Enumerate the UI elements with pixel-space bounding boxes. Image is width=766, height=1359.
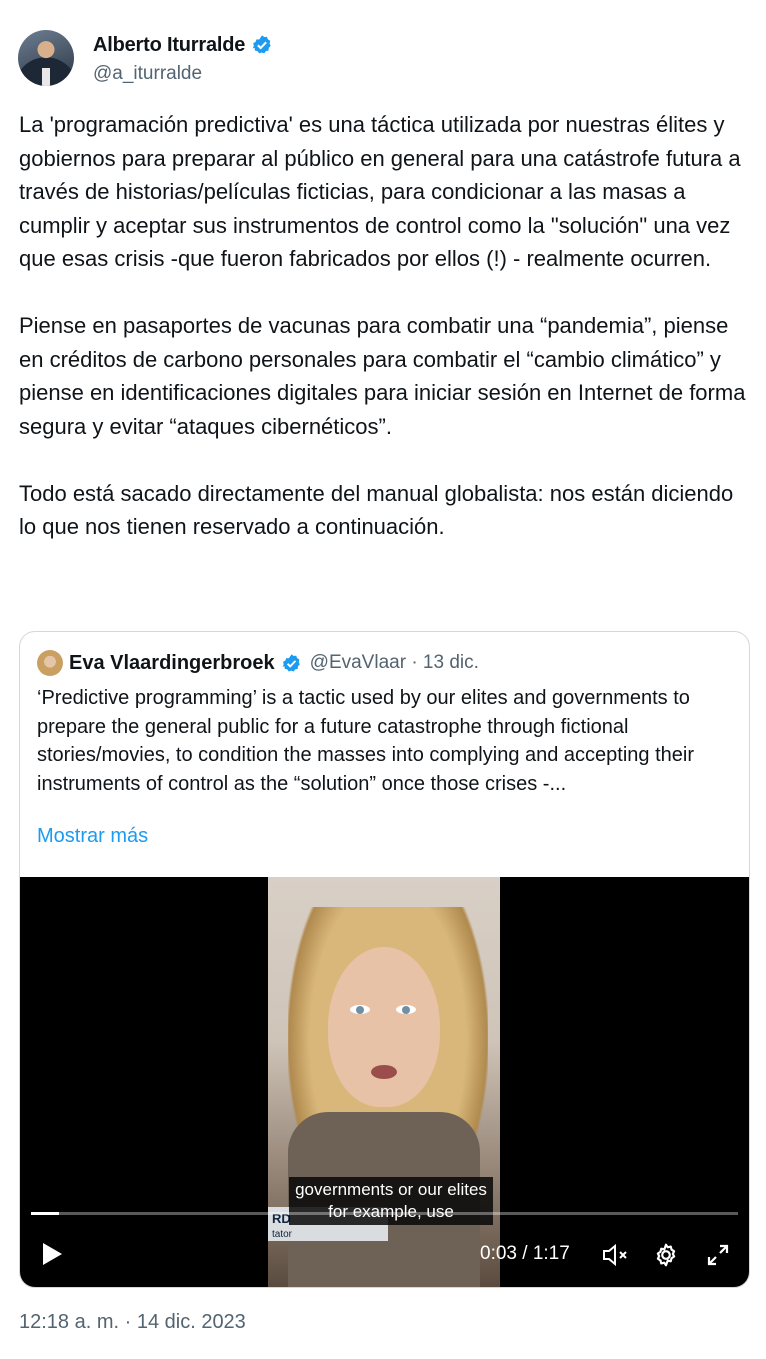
- speaker-face: [328, 947, 440, 1107]
- gear-icon[interactable]: [653, 1242, 679, 1268]
- author-avatar[interactable]: [18, 30, 74, 86]
- muted-speaker-icon[interactable]: [602, 1243, 630, 1267]
- author-handle[interactable]: @a_iturralde: [93, 63, 202, 85]
- verified-badge-icon: [252, 35, 271, 54]
- lower-third-role: tator: [272, 1229, 293, 1240]
- fullscreen-expand-icon[interactable]: [706, 1243, 730, 1267]
- show-more-link[interactable]: Mostrar más: [37, 825, 148, 848]
- video-caption: governments or our elites for example, u…: [289, 1177, 493, 1225]
- quoted-verified-badge-icon: [282, 653, 300, 672]
- video-progress-bar[interactable]: [31, 1212, 738, 1215]
- quoted-author-handle-date: @EvaVlaar · 13 dic.: [309, 652, 479, 673]
- tweet-text: La 'programación predictiva' es una táct…: [19, 112, 746, 539]
- quoted-tweet-header: Eva Vlaardingerbroek @EvaVlaar · 13 dic.: [37, 649, 479, 677]
- author-name-row: Alberto Iturralde: [93, 32, 273, 58]
- author-display-name[interactable]: Alberto Iturralde: [93, 34, 245, 57]
- video-time: 0:03 / 1:17: [480, 1243, 570, 1264]
- quoted-tweet-card[interactable]: Eva Vlaardingerbroek @EvaVlaar · 13 dic.…: [19, 631, 750, 1288]
- quoted-author-name: Eva Vlaardingerbroek: [69, 651, 275, 674]
- play-icon[interactable]: [40, 1241, 64, 1267]
- quoted-author-avatar: [37, 650, 63, 676]
- tweet-timestamp[interactable]: 12:18 a. m. · 14 dic. 2023: [19, 1311, 246, 1334]
- video-frame: RD tator: [268, 877, 500, 1287]
- video-player[interactable]: RD tator governments or our elites for e…: [20, 877, 749, 1287]
- tweet-header: Alberto Iturralde @a_iturralde: [18, 30, 748, 88]
- video-progress-fill: [31, 1212, 59, 1215]
- quoted-tweet-text: ‘Predictive programming’ is a tactic use…: [37, 687, 695, 795]
